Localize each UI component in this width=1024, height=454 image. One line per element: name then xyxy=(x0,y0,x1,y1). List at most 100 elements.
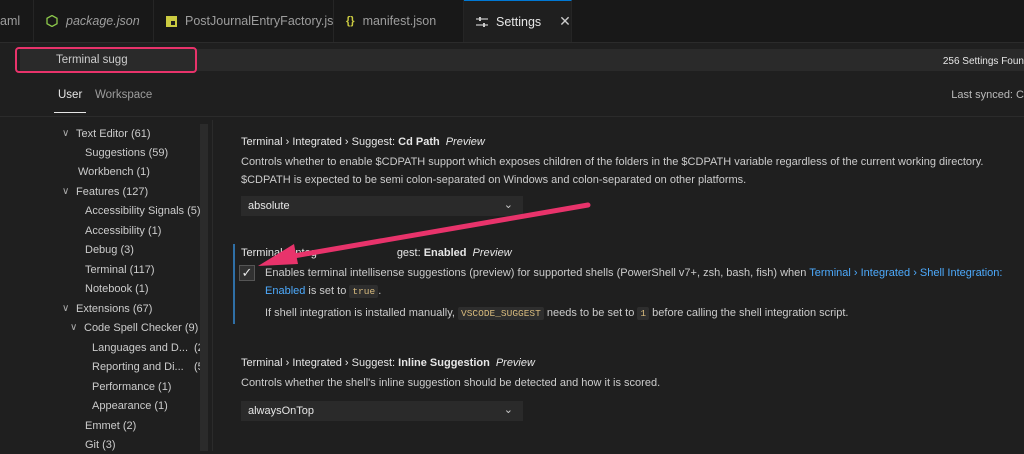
chevron-down-icon: ∨ xyxy=(62,186,70,197)
settings-icon xyxy=(476,16,488,27)
js-icon xyxy=(166,15,177,27)
toc-label: Languages and D... xyxy=(92,341,189,354)
tab-user[interactable]: User xyxy=(58,89,82,101)
chevron-down-icon: ∨ xyxy=(62,303,70,314)
desc-line: Enabled is set to true. xyxy=(265,282,1002,301)
desc-text: needs to be set to xyxy=(543,307,638,319)
setting-desc-enabled: Enables terminal intellisense suggestion… xyxy=(265,264,1002,301)
settings-scope-bar: User Workspace Last synced: C xyxy=(0,80,1024,117)
results-count: 256 Settings Foun xyxy=(942,56,1024,67)
close-icon[interactable]: ✕ xyxy=(559,13,571,30)
toc-item-extensions[interactable]: ∨ Extensions (67) xyxy=(62,299,152,318)
tab-package-json[interactable]: package.json xyxy=(34,0,154,42)
toc-item-terminal[interactable]: Terminal (117) xyxy=(85,260,155,279)
toc-label: Debug (3) xyxy=(85,243,134,256)
toc-item-code-spell-checker[interactable]: ∨ Code Spell Checker (9) xyxy=(70,318,198,337)
tab-label: PostJournalEntryFactory.js xyxy=(185,14,334,28)
check-icon: ✓ xyxy=(241,265,253,280)
setting-name: Enabled xyxy=(423,247,467,259)
setting-title-enabled: Terminal › Integ gest: Enabled Preview xyxy=(241,247,512,259)
cd-path-dropdown[interactable]: absolute ⌄ xyxy=(241,196,523,216)
toc-item-accessibility-signals[interactable]: Accessibility Signals (5) xyxy=(85,201,201,220)
setting-name: Cd Path xyxy=(398,136,440,148)
toc-item-notebook[interactable]: Notebook (1) xyxy=(85,279,149,298)
focused-setting-indicator xyxy=(233,244,235,324)
code-one: 1 xyxy=(637,307,650,320)
chevron-down-icon: ⌄ xyxy=(503,199,513,211)
tab-manifest-json[interactable]: {} manifest.json xyxy=(334,0,464,42)
tab-label: Settings xyxy=(496,14,542,29)
toc-item-languages[interactable]: Languages and D... xyxy=(92,338,188,357)
toc-item-features[interactable]: ∨ Features (127) xyxy=(62,182,148,201)
toc-label: Emmet (2) xyxy=(85,419,137,432)
toc-label: Performance (1) xyxy=(92,380,172,393)
setting-name: Inline Suggestion xyxy=(398,357,490,369)
desc-line: $CDPATH is expected to be semi colon-sep… xyxy=(241,174,747,186)
active-tab-indicator xyxy=(54,112,86,113)
desc-line: Controls whether to enable $CDPATH suppo… xyxy=(241,156,984,168)
braces-icon: {} xyxy=(346,15,355,27)
toc-label: Extensions (67) xyxy=(76,302,153,315)
toc-label: Accessibility Signals (5) xyxy=(85,204,201,217)
code-vscode-suggest: VSCODE_SUGGEST xyxy=(458,307,544,320)
tab-label: manifest.json xyxy=(362,14,437,28)
tab-workspace[interactable]: Workspace xyxy=(95,89,152,101)
toc-label: Reporting and Di... xyxy=(92,360,184,373)
node-icon xyxy=(46,15,58,27)
shell-integration-link[interactable]: Terminal › Integrated › Shell Integratio… xyxy=(809,267,1002,279)
settings-search-input[interactable] xyxy=(20,49,1024,71)
setting-title-cd-path: Terminal › Integrated › Suggest: Cd Path… xyxy=(241,136,485,148)
toc-label: Text Editor (61) xyxy=(76,127,151,140)
desc-line: Enables terminal intellisense suggestion… xyxy=(265,264,1002,282)
toc-label: Code Spell Checker (9) xyxy=(84,321,199,334)
editor-tab-bar: aml package.json PostJournalEntryFactory… xyxy=(0,0,1024,43)
desc-text: If shell integration is installed manual… xyxy=(265,307,459,319)
toc-label: Suggestions (59) xyxy=(85,146,169,159)
chevron-down-icon: ∨ xyxy=(62,128,70,139)
toc-divider xyxy=(212,120,213,451)
chevron-down-icon: ⌄ xyxy=(503,404,513,416)
toc-item-suggestions[interactable]: Suggestions (59) xyxy=(85,143,168,162)
setting-title-inline-suggestion: Terminal › Integrated › Suggest: Inline … xyxy=(241,357,535,369)
shell-integration-enabled-link[interactable]: Enabled xyxy=(265,285,305,297)
desc-text: is set to xyxy=(305,285,350,297)
toc-item-emmet[interactable]: Emmet (2) xyxy=(85,416,136,435)
tab-yaml[interactable]: aml xyxy=(0,0,34,42)
desc-text: Enables terminal intellisense suggestion… xyxy=(265,267,810,279)
toc-item-appearance[interactable]: Appearance (1) xyxy=(92,396,168,415)
tab-post-journal-entry-factory[interactable]: PostJournalEntryFactory.js xyxy=(154,0,334,42)
desc-text: before calling the shell integration scr… xyxy=(649,307,849,319)
code-true: true xyxy=(349,285,379,298)
toc-label: Appearance (1) xyxy=(92,399,168,412)
tab-settings[interactable]: Settings ✕ xyxy=(464,0,572,42)
inline-suggestion-dropdown[interactable]: alwaysOnTop ⌄ xyxy=(241,401,523,421)
tab-label: package.json xyxy=(66,14,140,28)
tab-label: aml xyxy=(0,14,21,28)
settings-toc: ∨ Text Editor (61) Suggestions (59) Workb… xyxy=(0,120,212,451)
desc-line: Controls whether the shell's inline sugg… xyxy=(241,377,661,389)
desc-text: . xyxy=(378,285,382,297)
setting-prefix: Terminal › Integrated › Suggest: xyxy=(241,136,399,148)
toc-item-text-editor[interactable]: ∨ Text Editor (61) xyxy=(62,124,151,143)
dropdown-value: alwaysOnTop xyxy=(248,405,315,417)
toc-label: Terminal (117) xyxy=(85,263,155,276)
setting-desc-enabled-note: If shell integration is installed manual… xyxy=(265,304,848,323)
settings-search-bar: 256 Settings Foun xyxy=(0,43,1024,77)
toc-scrollbar[interactable] xyxy=(200,124,208,451)
toc-label: Accessibility (1) xyxy=(85,224,162,237)
toc-label: Notebook (1) xyxy=(85,282,149,295)
preview-tag: Preview xyxy=(472,247,512,259)
toc-item-performance[interactable]: Performance (1) xyxy=(92,377,171,396)
toc-item-workbench[interactable]: Workbench (1) xyxy=(78,162,150,181)
toc-item-reporting[interactable]: Reporting and Di... xyxy=(92,357,184,376)
toc-item-debug[interactable]: Debug (3) xyxy=(85,240,134,259)
chevron-down-icon: ∨ xyxy=(70,322,78,333)
enabled-checkbox[interactable]: ✓ xyxy=(239,265,255,281)
toc-label: Features (127) xyxy=(76,185,149,198)
last-synced-label: Last synced: C xyxy=(951,89,1024,101)
dropdown-value: absolute xyxy=(248,200,290,212)
toc-item-git[interactable]: Git (3) xyxy=(85,435,116,454)
toc-label: Workbench (1) xyxy=(78,165,150,178)
toc-item-accessibility[interactable]: Accessibility (1) xyxy=(85,221,161,240)
setting-desc-inline-suggestion: Controls whether the shell's inline sugg… xyxy=(241,374,660,392)
